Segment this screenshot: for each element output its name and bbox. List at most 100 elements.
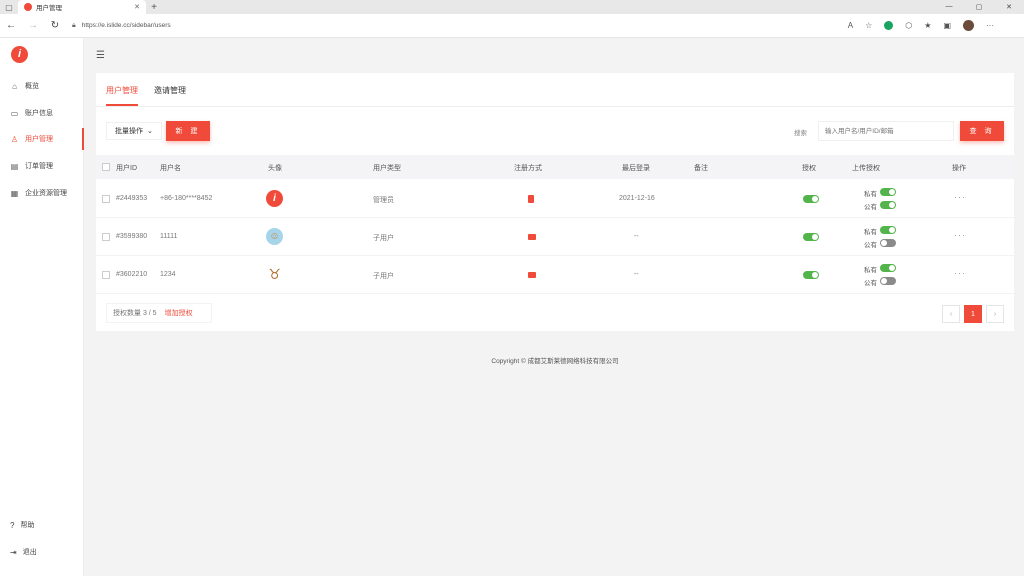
logout-icon: ⇥ xyxy=(10,547,17,557)
tab-title: 用户管理 xyxy=(36,5,62,12)
sidebar-item-logout[interactable]: ⇥ 退出 xyxy=(0,541,84,563)
row-checkbox[interactable] xyxy=(102,271,110,279)
sidebar-item-users[interactable]: ♙ 用户管理 xyxy=(0,128,84,150)
public-toggle[interactable] xyxy=(880,239,896,247)
public-toggle[interactable] xyxy=(880,277,896,285)
add-auth-link[interactable]: 增加授权 xyxy=(165,308,193,318)
row-checkbox[interactable] xyxy=(102,233,110,241)
url-field[interactable]: 🔒︎ https://e.islide.cc/sidebar/users xyxy=(66,17,848,35)
private-toggle[interactable] xyxy=(880,264,896,272)
address-bar: ← → ↻ 🔒︎ https://e.islide.cc/sidebar/use… xyxy=(0,14,1024,38)
authorize-toggle[interactable] xyxy=(803,271,819,279)
user-type: 管理员 xyxy=(373,197,394,204)
copyright-text: Copyright © 成都艾斯莱德网络科技有限公司 xyxy=(491,358,619,365)
more-actions-icon[interactable]: ··· xyxy=(954,268,966,278)
last-login: -- xyxy=(634,271,639,278)
logo: i xyxy=(11,46,28,63)
help-icon: ? xyxy=(10,520,15,530)
user-type: 子用户 xyxy=(373,235,394,242)
back-icon[interactable]: ← xyxy=(0,20,22,31)
sidebar-item-label: 企业资源管理 xyxy=(25,190,67,197)
col-authorize: 授权 xyxy=(802,165,816,172)
read-aloud-icon[interactable]: A xyxy=(848,21,853,30)
tab-close-icon[interactable]: ✕ xyxy=(134,3,140,11)
col-username: 用户名 xyxy=(160,165,181,172)
profile-avatar[interactable] xyxy=(963,20,974,31)
auth-quota-bar: 授权数量 3 / 5 增加授权 xyxy=(106,303,212,323)
last-login: 2021-12-16 xyxy=(619,195,655,202)
new-button[interactable]: 新 建 xyxy=(166,121,210,141)
private-toggle[interactable] xyxy=(880,226,896,234)
private-toggle[interactable] xyxy=(880,188,896,196)
col-note: 备注 xyxy=(694,165,708,172)
favorites-icon[interactable]: ★ xyxy=(924,21,931,30)
authorize-toggle[interactable] xyxy=(803,195,819,203)
col-actions: 操作 xyxy=(952,165,966,172)
batch-actions-dropdown[interactable]: 批量操作 ⌄ xyxy=(106,122,162,140)
tab-user-management[interactable]: 用户管理 xyxy=(106,81,138,106)
next-page-button[interactable]: › xyxy=(986,305,1004,323)
public-toggle[interactable] xyxy=(880,201,896,209)
avatar: ♉︎ xyxy=(268,266,281,282)
col-last-login: 最后登录 xyxy=(622,165,650,172)
favorite-icon[interactable]: ☆ xyxy=(865,21,872,30)
refresh-icon[interactable]: ↻ xyxy=(44,20,66,31)
select-all-checkbox[interactable] xyxy=(102,163,110,171)
minimize-icon[interactable]: — xyxy=(934,3,964,11)
username: 11111 xyxy=(160,233,178,240)
toolbar: 批量操作 ⌄ 新 建 搜索 查 询 xyxy=(106,121,1004,141)
sidebar-item-label: 账户信息 xyxy=(25,110,53,117)
tab-strip: 用户管理 邀请管理 xyxy=(106,81,186,106)
users-card: 用户管理 邀请管理 批量操作 ⌄ 新 建 搜索 查 询 用户ID 用户名 头像 … xyxy=(96,73,1014,331)
more-actions-icon[interactable]: ··· xyxy=(954,192,966,202)
sidebar-item-orders[interactable]: ▤ 订单管理 xyxy=(0,155,84,177)
table-header: 用户ID 用户名 头像 用户类型 注册方式 最后登录 备注 授权 上传授权 操作 xyxy=(96,155,1014,179)
prev-page-button[interactable]: ‹ xyxy=(942,305,960,323)
search-input[interactable] xyxy=(818,121,954,141)
window-controls: — ▢ ✕ xyxy=(934,3,1024,11)
username: 1234 xyxy=(160,271,176,278)
collections-icon[interactable]: ▣ xyxy=(943,21,951,30)
phone-icon xyxy=(528,195,534,203)
new-tab-icon[interactable]: + xyxy=(146,2,162,13)
stack-icon: ▦ xyxy=(10,188,19,198)
username: +86-180****8452 xyxy=(160,195,213,202)
menu-toggle-icon[interactable]: ☰ xyxy=(96,50,105,61)
sidebar-item-help[interactable]: ? 帮助 xyxy=(0,514,84,536)
home-icon: ⌂ xyxy=(12,81,17,91)
sidebar-item-label: 订单管理 xyxy=(25,163,53,170)
last-login: -- xyxy=(634,233,639,240)
maximize-icon[interactable]: ▢ xyxy=(964,3,994,11)
public-label: 公有 xyxy=(864,242,877,249)
email-icon xyxy=(528,272,536,278)
email-icon xyxy=(528,234,536,240)
sidebar-item-overview[interactable]: ⌂ 概览 xyxy=(0,75,84,97)
extension-icon[interactable] xyxy=(884,21,894,30)
user-icon: ♙ xyxy=(10,134,19,144)
more-menu-icon[interactable]: ··· xyxy=(986,21,994,30)
avatar: i xyxy=(266,190,283,207)
user-id: #2449353 xyxy=(116,195,148,202)
more-actions-icon[interactable]: ··· xyxy=(954,230,966,240)
browser-tools: A ☆ ⬡ ★ ▣ ··· xyxy=(848,20,1024,31)
lock-icon: 🔒︎ xyxy=(72,21,76,29)
sidebar: i ⌂ 概览 ▭ 账户信息 ♙ 用户管理 ▤ 订单管理 ▦ 企业资源管理 ? 帮… xyxy=(0,38,84,576)
avatar: ☺ xyxy=(266,228,283,245)
authorize-toggle[interactable] xyxy=(803,233,819,241)
sidebar-item-resources[interactable]: ▦ 企业资源管理 xyxy=(0,182,84,204)
tab-invite-management[interactable]: 邀请管理 xyxy=(154,81,186,106)
page-1-button[interactable]: 1 xyxy=(964,305,982,323)
url-text: https://e.islide.cc/sidebar/users xyxy=(81,22,171,29)
private-label: 私有 xyxy=(864,229,877,236)
forward-icon[interactable]: → xyxy=(22,20,44,31)
tab-actions-icon[interactable]: ▢ xyxy=(0,0,18,14)
row-checkbox[interactable] xyxy=(102,195,110,203)
browser-tab[interactable]: 用户管理 ✕ xyxy=(18,0,146,14)
sidebar-item-account[interactable]: ▭ 账户信息 xyxy=(0,102,84,124)
puzzle-icon[interactable]: ⬡ xyxy=(905,21,912,30)
search-button[interactable]: 查 询 xyxy=(960,121,1004,141)
sidebar-item-label: 用户管理 xyxy=(25,136,53,143)
pagination: ‹ 1 › xyxy=(942,305,1004,323)
close-window-icon[interactable]: ✕ xyxy=(994,3,1024,11)
auth-quota-text: 授权数量 3 / 5 xyxy=(113,310,157,317)
